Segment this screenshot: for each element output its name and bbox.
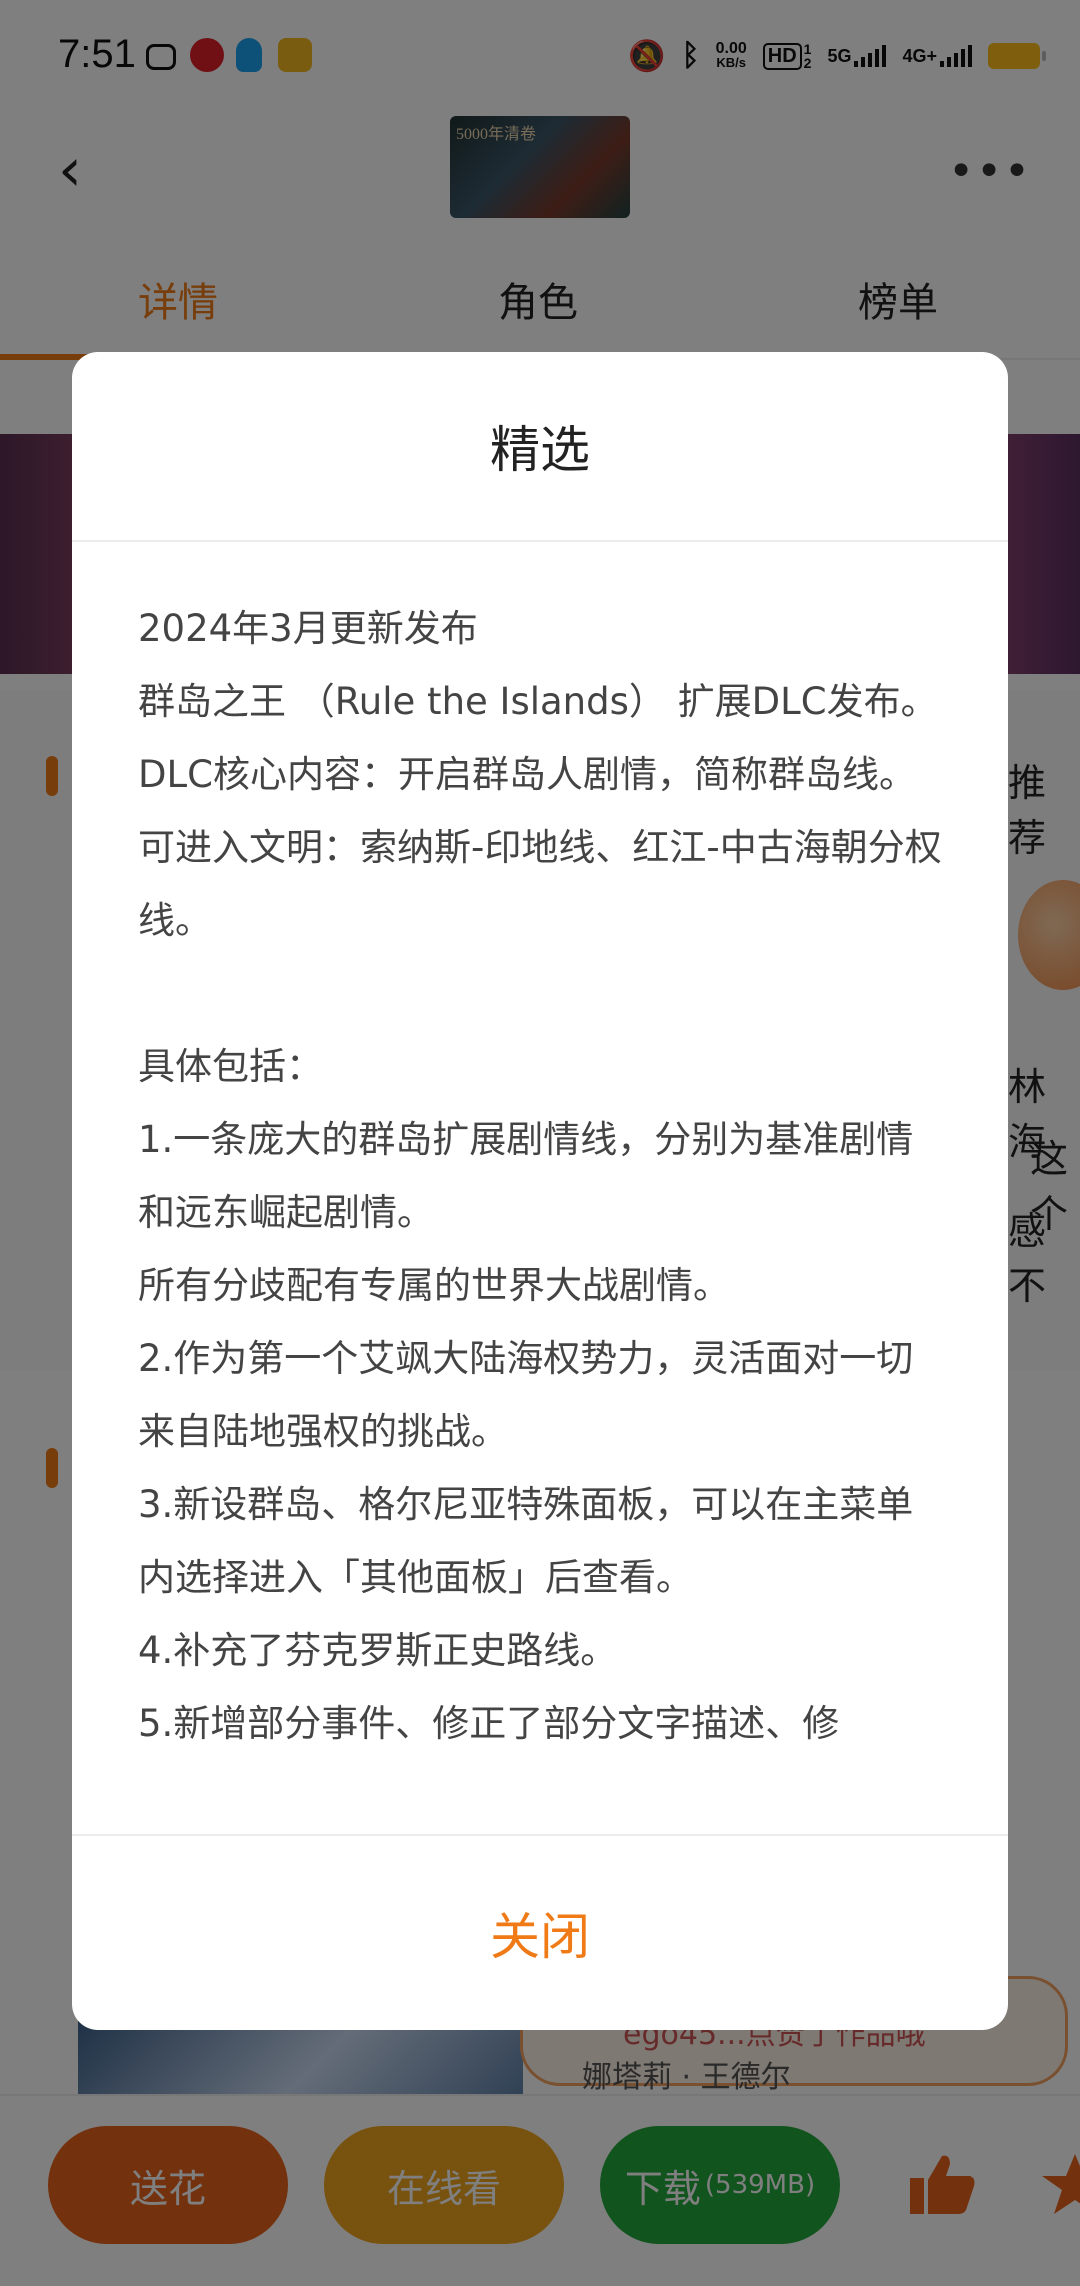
dialog-line: 5.新增部分事件、修正了部分文字描述、修 bbox=[138, 1702, 840, 1745]
dialog-line: 群岛之王 （Rule the Islands） 扩展DLC发布。 bbox=[138, 680, 938, 723]
dialog-line: DLC核心内容：开启群岛人剧情，简称群岛线。可进入文明：索纳斯-印地线、红江-中… bbox=[138, 753, 942, 942]
dialog-line: 2024年3月更新发布 bbox=[138, 607, 478, 650]
dialog-line: 3.新设群岛、格尔尼亚特殊面板，可以在主菜单内选择进入「其他面板」后查看。 bbox=[138, 1483, 914, 1599]
dialog-line: 2.作为第一个艾飒大陆海权势力，灵活面对一切来自陆地强权的挑战。 bbox=[138, 1337, 914, 1453]
featured-dialog: 精选 2024年3月更新发布 群岛之王 （Rule the Islands） 扩… bbox=[72, 352, 1008, 2030]
close-button[interactable]: 关闭 bbox=[72, 1834, 1008, 2030]
dialog-line: 4.补充了芬克罗斯正史路线。 bbox=[138, 1629, 618, 1672]
dialog-line: 具体包括： bbox=[138, 1045, 323, 1088]
dialog-line: 1.一条庞大的群岛扩展剧情线，分别为基准剧情和远东崛起剧情。 bbox=[138, 1118, 914, 1234]
dialog-line bbox=[138, 957, 948, 1030]
dialog-title: 精选 bbox=[72, 352, 1008, 542]
dialog-body[interactable]: 2024年3月更新发布 群岛之王 （Rule the Islands） 扩展DL… bbox=[138, 592, 948, 1832]
dialog-line: 所有分歧配有专属的世界大战剧情。 bbox=[138, 1264, 730, 1307]
